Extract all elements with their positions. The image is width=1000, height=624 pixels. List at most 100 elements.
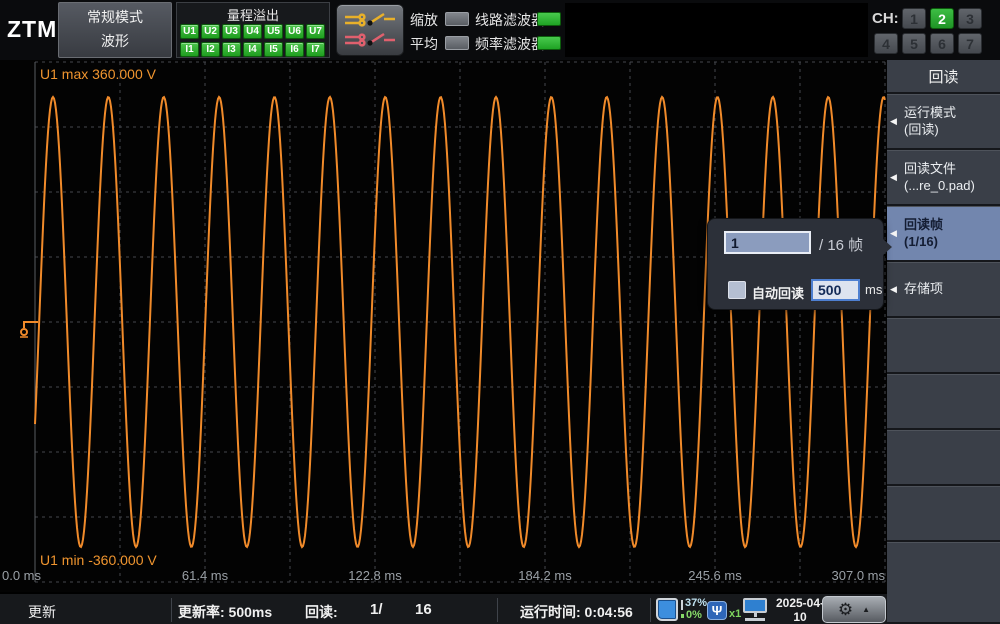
overflow-indicator-u4: U4 — [243, 24, 262, 39]
time-tick-label: 61.4 ms — [182, 568, 228, 583]
overflow-indicator-u2: U2 — [201, 24, 220, 39]
readback-total-frames: 16 — [415, 601, 432, 618]
auto-readback-checkbox[interactable] — [728, 281, 746, 299]
mode-display-button[interactable]: 常规模式 波形 — [58, 2, 172, 58]
time-tick-label: 0.0 ms — [2, 568, 41, 583]
range-overflow-title: 量程溢出 — [177, 5, 329, 24]
monitor-base — [745, 618, 765, 621]
freq-filter-indicator — [537, 36, 561, 50]
waveform-area: U1 max 360.000 V U1 min -360.000 V 0.0 m… — [0, 60, 887, 592]
sidebar-item-label: 存储项 — [904, 281, 943, 298]
overflow-indicator-i2: I2 — [201, 42, 220, 57]
storage-gauge-bar2 — [681, 614, 684, 618]
monitor-screen — [743, 598, 767, 613]
wiring-mode-button[interactable] — [336, 4, 404, 56]
wiring-switch-icon — [342, 9, 398, 51]
line-filter-indicator — [537, 12, 561, 26]
channel-button-7[interactable]: 7 — [958, 33, 982, 54]
blank-readout-display — [565, 3, 868, 57]
storage-gauge-bar — [681, 600, 683, 610]
time-tick-label: 122.8 ms — [348, 568, 401, 583]
sidebar-item-label: 运行模式(回读) — [904, 105, 956, 139]
storage-percent-bottom: 0% — [686, 609, 702, 621]
overflow-indicator-u3: U3 — [222, 24, 241, 39]
channel-button-3[interactable]: 3 — [958, 8, 982, 29]
update-status: 更新 — [28, 602, 56, 622]
interval-input[interactable]: 500 — [811, 279, 860, 301]
channel-selector-label: CH: — [872, 10, 899, 27]
statusbar-divider — [497, 598, 498, 622]
sidebar-item-3[interactable]: ◀回读帧(1/16) — [887, 206, 1000, 262]
date-text: 2025-04-10 — [771, 597, 829, 624]
sidebar-item-empty — [887, 318, 1000, 374]
frame-number-input[interactable]: 1 — [724, 231, 811, 254]
sidebar-item-label: 回读文件(...re_0.pad) — [904, 161, 975, 195]
time-tick-label: 307.0 ms — [832, 568, 885, 583]
readback-frame-popup: 1 / 16 帧 自动回读 500 ms — [707, 218, 884, 310]
sidebar-item-2[interactable]: ◀回读文件(...re_0.pad) — [887, 150, 1000, 206]
mode-line1: 常规模式 — [87, 6, 143, 30]
runtime: 运行时间: 0:04:56 — [520, 602, 633, 622]
datetime-display: 2025-04-10 11:47:19 — [771, 597, 829, 624]
mode-line2: 波形 — [101, 30, 129, 54]
zoom-filter-label: 缩放 — [410, 10, 438, 30]
overflow-indicator-i5: I5 — [264, 42, 283, 57]
range-overflow-panel: 量程溢出 U1U2U3U4U5U6U7 I1I2I3I4I5I6I7 — [176, 2, 330, 58]
gear-icon: ⚙ — [838, 601, 853, 618]
readback-current-frame: 1/ — [370, 601, 383, 618]
header-bar: ZTMI 常规模式 波形 量程溢出 U1U2U3U4U5U6U7 I1I2I3I… — [0, 0, 1000, 60]
sidebar-item-label: 回读帧(1/16) — [904, 217, 943, 251]
time-tick-label: 184.2 ms — [518, 568, 571, 583]
right-menu-sidebar: 回读 ◀运行模式(回读)◀回读文件(...re_0.pad)◀回读帧(1/16)… — [887, 60, 1000, 624]
popup-arrow — [883, 239, 892, 255]
waveform-plot — [0, 60, 887, 592]
u1-min-readout: U1 min -360.000 V — [40, 552, 157, 568]
channel-button-2[interactable]: 2 — [930, 8, 954, 29]
update-rate: 更新率: 500ms — [178, 602, 272, 622]
usb-icon: Ψ — [707, 601, 727, 620]
item-arrow-icon: ◀ — [890, 284, 904, 295]
sidebar-item-empty — [887, 486, 1000, 542]
storage-percent-top: 37% — [685, 597, 707, 609]
monitor-stand — [754, 613, 757, 617]
overflow-indicator-u1: U1 — [180, 24, 199, 39]
status-bar: 更新 更新率: 500ms 回读: 1/ 16 运行时间: 0:04:56 37… — [0, 592, 887, 624]
interval-unit-label: ms — [865, 282, 882, 297]
sidebar-item-empty — [887, 430, 1000, 486]
sidebar-item-4[interactable]: ◀存储项 — [887, 262, 1000, 318]
overflow-indicator-u6: U6 — [285, 24, 304, 39]
zoom-filter-indicator — [445, 12, 469, 26]
freq-filter-label: 频率滤波器 — [475, 34, 545, 54]
time-tick-label: 245.6 ms — [688, 568, 741, 583]
statusbar-divider — [650, 598, 651, 622]
channel-button-6[interactable]: 6 — [930, 33, 954, 54]
sidebar-item-1[interactable]: ◀运行模式(回读) — [887, 94, 1000, 150]
usb-device-count: x1 — [729, 608, 741, 620]
settings-button[interactable]: ⚙ ▲ — [822, 596, 886, 623]
overflow-indicator-i3: I3 — [222, 42, 241, 57]
channel-button-1[interactable]: 1 — [902, 8, 926, 29]
overflow-indicator-i6: I6 — [285, 42, 304, 57]
channel-button-4[interactable]: 4 — [874, 33, 898, 54]
item-arrow-icon: ◀ — [890, 228, 904, 239]
analyzer-screen: ZTMI 常规模式 波形 量程溢出 U1U2U3U4U5U6U7 I1I2I3I… — [0, 0, 1000, 624]
overflow-indicator-i1: I1 — [180, 42, 199, 57]
statusbar-divider — [171, 598, 172, 622]
channel-button-5[interactable]: 5 — [902, 33, 926, 54]
overflow-indicator-i7: I7 — [306, 42, 325, 57]
sidebar-item-empty — [887, 374, 1000, 430]
readback-label: 回读: — [305, 602, 338, 622]
line-filter-label: 线路滤波器 — [475, 10, 545, 30]
brand-logo: ZTMI — [7, 16, 65, 43]
frame-total-label: / 16 帧 — [819, 234, 863, 255]
overflow-indicator-u7: U7 — [306, 24, 325, 39]
u1-max-readout: U1 max 360.000 V — [40, 66, 156, 82]
average-filter-indicator — [445, 36, 469, 50]
overflow-indicator-u5: U5 — [264, 24, 283, 39]
voltage-channel-indicators: U1U2U3U4U5U6U7 — [180, 24, 325, 39]
current-channel-indicators: I1I2I3I4I5I6I7 — [180, 42, 325, 57]
sd-card-icon — [656, 598, 678, 621]
item-arrow-icon: ◀ — [890, 116, 904, 127]
channel-selector: CH: 123 4567 — [872, 0, 1000, 60]
item-arrow-icon: ◀ — [890, 172, 904, 183]
